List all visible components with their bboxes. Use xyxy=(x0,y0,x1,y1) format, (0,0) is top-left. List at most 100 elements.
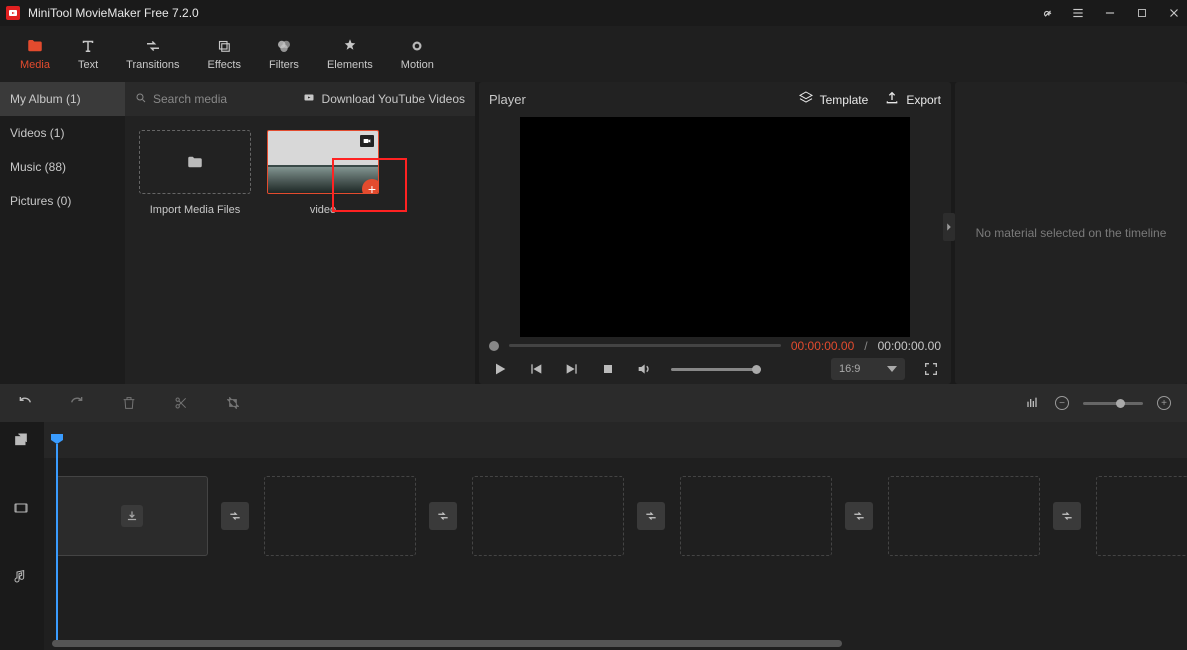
search-icon xyxy=(135,92,147,107)
media-sidebar: My Album (1) Videos (1) Music (88) Pictu… xyxy=(0,82,125,384)
zoom-out-button[interactable]: − xyxy=(1055,396,1069,410)
player-panel: Player Template Export 00:00:00.00 xyxy=(479,82,951,384)
export-button[interactable]: Export xyxy=(884,90,941,109)
audio-track-icon[interactable] xyxy=(13,568,31,586)
audio-track[interactable] xyxy=(44,574,1187,634)
next-frame-button[interactable] xyxy=(563,360,581,378)
sidebar-item-album[interactable]: My Album (1) xyxy=(0,82,125,116)
drop-media-icon xyxy=(121,505,143,527)
volume-handle[interactable] xyxy=(752,365,761,374)
split-button[interactable] xyxy=(172,394,190,412)
player-title: Player xyxy=(489,92,526,107)
media-grid: Import Media Files + video xyxy=(125,116,475,384)
seek-track[interactable] xyxy=(509,344,781,347)
tab-elements[interactable]: Elements xyxy=(313,26,387,82)
delete-button[interactable] xyxy=(120,394,138,412)
sidebar-item-label: Pictures (0) xyxy=(10,194,71,208)
sidebar-item-videos[interactable]: Videos (1) xyxy=(0,116,125,150)
tab-effects-label: Effects xyxy=(208,59,241,71)
stop-button[interactable] xyxy=(599,360,617,378)
text-icon xyxy=(79,37,97,55)
sidebar-item-pictures[interactable]: Pictures (0) xyxy=(0,184,125,218)
tab-transitions-label: Transitions xyxy=(126,59,179,71)
zoom-slider[interactable] xyxy=(1083,402,1143,405)
tab-media[interactable]: Media xyxy=(6,26,64,82)
volume-button[interactable] xyxy=(635,360,653,378)
clip-slot[interactable] xyxy=(472,476,624,556)
sidebar-item-label: Music (88) xyxy=(10,160,66,174)
playhead[interactable] xyxy=(56,444,58,640)
transition-slot[interactable] xyxy=(221,502,249,530)
tab-transitions[interactable]: Transitions xyxy=(112,26,193,82)
tab-text[interactable]: Text xyxy=(64,26,112,82)
elements-icon xyxy=(341,37,359,55)
transitions-icon xyxy=(144,37,162,55)
play-button[interactable] xyxy=(491,360,509,378)
zoom-in-button[interactable]: + xyxy=(1157,396,1171,410)
sidebar-item-label: Videos (1) xyxy=(10,126,64,140)
add-track-button[interactable] xyxy=(13,432,31,450)
import-media-button[interactable] xyxy=(139,130,251,194)
transition-slot[interactable] xyxy=(637,502,665,530)
tab-filters[interactable]: Filters xyxy=(255,26,313,82)
expand-inspector-button[interactable] xyxy=(943,213,955,241)
titlebar: MiniTool MovieMaker Free 7.2.0 xyxy=(0,0,1187,26)
menu-icon[interactable] xyxy=(1071,6,1085,20)
timeline-ruler[interactable] xyxy=(44,422,1187,458)
transition-slot[interactable] xyxy=(429,502,457,530)
tab-elements-label: Elements xyxy=(327,59,373,71)
transition-slot[interactable] xyxy=(1053,502,1081,530)
time-current: 00:00:00.00 xyxy=(791,339,854,353)
download-icon xyxy=(302,92,316,107)
main-toolbar: Media Text Transitions Effects Filters E… xyxy=(0,26,1187,82)
folder-icon xyxy=(26,37,44,55)
sidebar-item-music[interactable]: Music (88) xyxy=(0,150,125,184)
video-track[interactable] xyxy=(44,458,1187,574)
fullscreen-button[interactable] xyxy=(923,361,939,377)
import-media-label: Import Media Files xyxy=(150,204,240,216)
undo-button[interactable] xyxy=(16,394,34,412)
crop-button[interactable] xyxy=(224,394,242,412)
sidebar-item-label: My Album (1) xyxy=(10,92,81,106)
timeline xyxy=(0,422,1187,650)
media-panel: My Album (1) Videos (1) Music (88) Pictu… xyxy=(0,82,475,384)
inspector-empty-text: No material selected on the timeline xyxy=(976,226,1167,240)
clip-slot[interactable] xyxy=(56,476,208,556)
app-title: MiniTool MovieMaker Free 7.2.0 xyxy=(28,6,1039,20)
redo-button[interactable] xyxy=(68,394,86,412)
aspect-ratio-select[interactable]: 16:9 xyxy=(831,358,905,380)
time-total: 00:00:00.00 xyxy=(878,339,941,353)
clip-slot[interactable] xyxy=(1096,476,1187,556)
zoom-handle[interactable] xyxy=(1116,399,1125,408)
time-separator: / xyxy=(864,339,867,353)
clip-slot[interactable] xyxy=(888,476,1040,556)
download-youtube-button[interactable]: Download YouTube Videos xyxy=(302,92,465,107)
seek-handle[interactable] xyxy=(489,341,499,351)
search-input[interactable] xyxy=(153,92,273,106)
clip-slot[interactable] xyxy=(264,476,416,556)
tab-motion[interactable]: Motion xyxy=(387,26,448,82)
close-button[interactable] xyxy=(1167,6,1181,20)
volume-slider[interactable] xyxy=(671,368,761,371)
effects-icon xyxy=(215,37,233,55)
video-track-icon[interactable] xyxy=(13,500,31,518)
download-youtube-label: Download YouTube Videos xyxy=(322,92,465,106)
media-clip[interactable]: + video xyxy=(267,130,379,370)
audio-level-button[interactable] xyxy=(1023,394,1041,412)
app-icon xyxy=(6,6,20,20)
maximize-button[interactable] xyxy=(1135,6,1149,20)
unlock-icon[interactable] xyxy=(1039,6,1053,20)
add-to-timeline-button[interactable]: + xyxy=(362,179,379,194)
transition-slot[interactable] xyxy=(845,502,873,530)
clip-slot[interactable] xyxy=(680,476,832,556)
tab-text-label: Text xyxy=(78,59,98,71)
template-button[interactable]: Template xyxy=(798,90,869,109)
tab-effects[interactable]: Effects xyxy=(194,26,255,82)
tab-media-label: Media xyxy=(20,59,50,71)
minimize-button[interactable] xyxy=(1103,6,1117,20)
export-label: Export xyxy=(906,93,941,107)
seek-bar[interactable]: 00:00:00.00 / 00:00:00.00 xyxy=(479,337,951,354)
prev-frame-button[interactable] xyxy=(527,360,545,378)
timeline-scrollbar[interactable] xyxy=(52,640,842,647)
edit-toolbar: − + xyxy=(0,384,1187,422)
